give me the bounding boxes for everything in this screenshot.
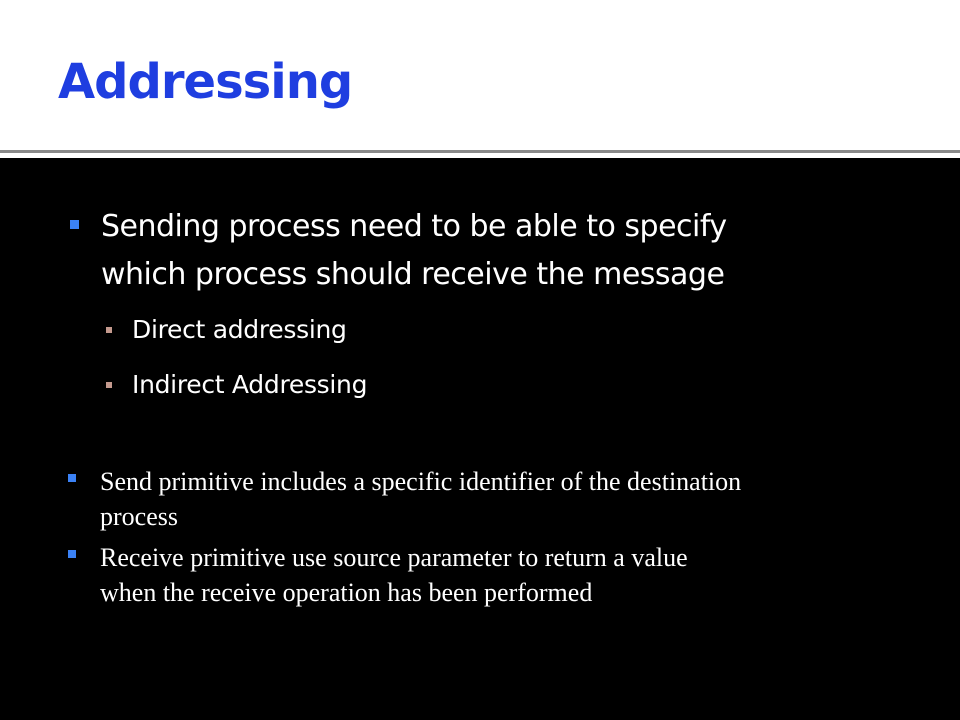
slide-title: Addressing: [58, 54, 353, 110]
bullet-line: which process should receive the message: [101, 257, 725, 292]
bullet-line: Receive primitive use source parameter t…: [100, 543, 688, 572]
bullet-text: Receive primitive use source parameter t…: [100, 540, 688, 610]
bullet-item: Receive primitive use source parameter t…: [68, 540, 928, 610]
square-bullet-icon: [106, 382, 112, 388]
bullet-text: Sending process need to be able to speci…: [101, 203, 727, 299]
square-bullet-icon: [106, 327, 112, 333]
bullet-line: process: [100, 502, 178, 531]
bullet-line: when the receive operation has been perf…: [100, 578, 593, 607]
sub-bullet-item: Indirect Addressing: [106, 369, 806, 401]
square-bullet-icon: [68, 550, 76, 558]
sub-bullet-item: Direct addressing: [106, 314, 806, 346]
sub-bullet-text: Direct addressing: [132, 315, 347, 344]
sub-bullet-text: Indirect Addressing: [132, 370, 368, 399]
bullet-item: Sending process need to be able to speci…: [70, 203, 930, 299]
bullet-item: Send primitive includes a specific ident…: [68, 464, 928, 534]
slide-header: Addressing: [0, 0, 960, 150]
square-bullet-icon: [70, 220, 79, 229]
bullet-line: Sending process need to be able to speci…: [101, 209, 727, 244]
bullet-text: Send primitive includes a specific ident…: [100, 464, 741, 534]
square-bullet-icon: [68, 474, 76, 482]
bullet-line: Send primitive includes a specific ident…: [100, 467, 742, 496]
header-divider: [0, 153, 960, 158]
